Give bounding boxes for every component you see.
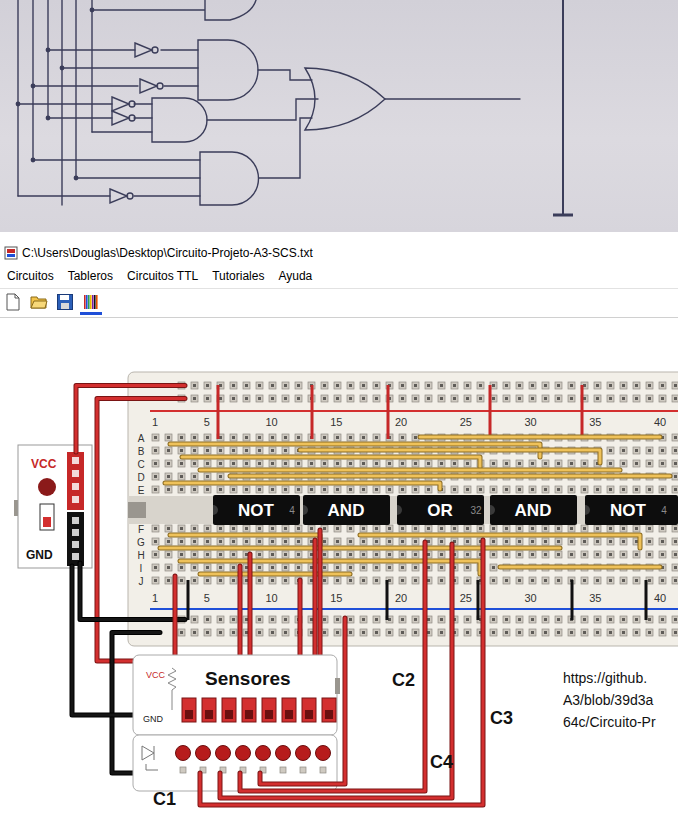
column-number: 40 <box>654 416 666 428</box>
led <box>196 746 211 761</box>
row-letter: H <box>137 550 144 561</box>
link-text: 64c/Circuito-Pr <box>563 714 656 730</box>
diode-icon <box>142 746 158 770</box>
sensor-gnd-label: GND <box>143 714 164 724</box>
row-letter: J <box>139 576 144 587</box>
column-number: 30 <box>524 592 536 604</box>
led <box>296 746 311 761</box>
column-number: 25 <box>460 592 472 604</box>
link-text: A3/blob/39d3a <box>563 692 654 708</box>
column-number: 35 <box>589 416 601 428</box>
circuit-label: C2 <box>392 670 415 690</box>
circuit-canvas[interactable]: 11551010151520202525303035354040ABCDEFGH… <box>0 318 678 815</box>
logic-chip[interactable]: AND <box>490 495 577 525</box>
column-number: 15 <box>330 592 342 604</box>
column-number: 20 <box>395 592 407 604</box>
sensor-vcc-label: VCC <box>146 670 166 680</box>
menu-item[interactable]: Ayuda <box>277 267 313 285</box>
sensor-switch[interactable] <box>302 698 316 722</box>
row-letter: D <box>137 472 144 483</box>
gnd-label: GND <box>26 548 53 562</box>
column-number: 10 <box>265 416 277 428</box>
sensor-switch[interactable] <box>242 698 256 722</box>
row-letter: I <box>140 563 143 574</box>
chip-label: NOT <box>610 501 647 520</box>
breadboard: 11551010151520202525303035354040ABCDEFGH… <box>128 372 678 646</box>
chip-code: 4 <box>661 505 667 516</box>
sensor-switch[interactable] <box>182 698 196 722</box>
column-number: 10 <box>265 592 277 604</box>
chip-label: AND <box>515 501 552 520</box>
vcc-label: VCC <box>31 457 57 471</box>
led <box>276 746 291 761</box>
column-number: 15 <box>330 416 342 428</box>
logic-chip[interactable]: OR 32 <box>397 495 484 525</box>
sensor-switch[interactable] <box>222 698 236 722</box>
led <box>176 746 191 761</box>
led <box>256 746 271 761</box>
toolbar <box>0 288 678 318</box>
led <box>216 746 231 761</box>
menu-item[interactable]: Circuitos TTL <box>126 267 199 285</box>
sensor-board: VCC GND Sensores <box>133 655 340 735</box>
row-letter: F <box>138 524 144 535</box>
led <box>316 746 331 761</box>
column-number: 20 <box>395 416 407 428</box>
column-number: 35 <box>589 592 601 604</box>
menu-item[interactable]: Circuitos <box>6 267 55 285</box>
row-letter: B <box>138 446 145 457</box>
row-letter: E <box>138 485 145 496</box>
power-led-icon <box>38 478 56 496</box>
open-folder-icon <box>30 293 48 311</box>
new-button[interactable] <box>2 291 24 315</box>
sensor-switch[interactable] <box>322 698 336 722</box>
window-title: C:\Users\Douglas\Desktop\Circuito-Projet… <box>22 246 313 260</box>
power-module: VCC GND <box>14 445 92 568</box>
column-number: 40 <box>654 592 666 604</box>
chip-label: OR <box>427 501 453 520</box>
logic-chip[interactable]: AND <box>303 495 390 525</box>
menu-item[interactable]: Tutoriales <box>211 267 265 285</box>
menu-bar: Circuitos Tableros Circuitos TTL Tutoriales… <box>0 264 678 288</box>
save-icon <box>56 293 74 311</box>
app-icon <box>4 246 18 260</box>
sensor-switch[interactable] <box>282 698 296 722</box>
row-letter: A <box>138 433 145 444</box>
column-number: 25 <box>460 416 472 428</box>
wire-colors-icon <box>82 293 100 311</box>
logic-chip[interactable]: NOT 4 <box>585 495 678 525</box>
chip-label: NOT <box>238 501 275 520</box>
column-number: 1 <box>152 416 158 428</box>
column-number: 1 <box>152 592 158 604</box>
menu-item[interactable]: Tableros <box>67 267 114 285</box>
led <box>236 746 251 761</box>
sensors-title: Sensores <box>205 668 291 689</box>
circuit-label: C4 <box>430 752 453 772</box>
circuit-label: C1 <box>153 789 176 809</box>
logic-chip[interactable]: NOT 4 <box>213 495 300 525</box>
title-bar: C:\Users\Douglas\Desktop\Circuito-Projet… <box>0 242 678 264</box>
column-number: 30 <box>524 416 536 428</box>
power-switch[interactable] <box>40 504 54 530</box>
link-text: https://github. <box>563 670 647 686</box>
column-number: 5 <box>204 416 210 428</box>
chip-code: 32 <box>470 505 482 516</box>
sketch-photo <box>0 0 678 232</box>
open-button[interactable] <box>28 291 50 315</box>
wires-button[interactable] <box>80 291 102 315</box>
row-letter: C <box>137 459 144 470</box>
chip-code: 4 <box>289 505 295 516</box>
new-file-icon <box>4 293 22 311</box>
chip-label: AND <box>328 501 365 520</box>
row-letter: G <box>137 537 145 548</box>
resistor-icon <box>168 668 176 710</box>
save-button[interactable] <box>54 291 76 315</box>
sensor-switch[interactable] <box>262 698 276 722</box>
circuit-label: C3 <box>490 708 513 728</box>
sensor-switch[interactable] <box>202 698 216 722</box>
column-number: 5 <box>204 592 210 604</box>
